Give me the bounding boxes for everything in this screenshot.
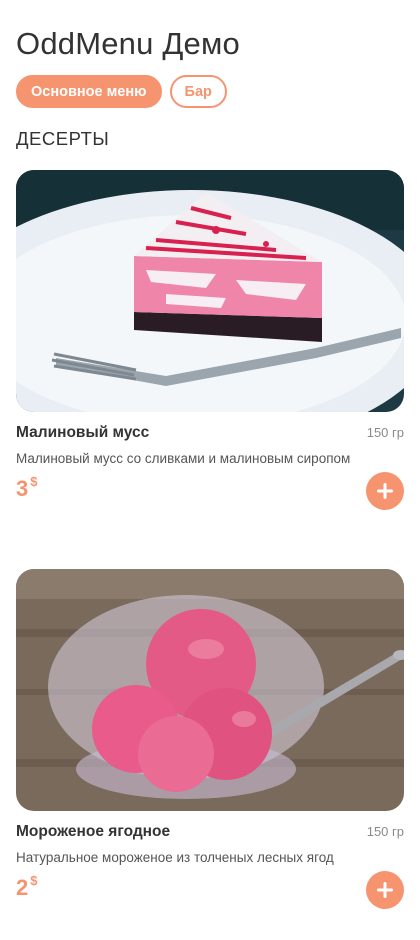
price-currency: $: [30, 474, 38, 489]
menu-item-card[interactable]: Малиновый мусс 150 гр Малиновый мусс со …: [16, 170, 404, 510]
price-amount: 3: [16, 476, 29, 501]
page-title: OddMenu Демо: [16, 26, 240, 61]
app-screen: OddMenu Демо Основное меню Бар ДЕСЕРТЫ М…: [0, 0, 420, 940]
menu-item-card[interactable]: Мороженое ягодное 150 гр Натуральное мор…: [16, 569, 404, 909]
dish-name: Малиновый мусс: [16, 424, 150, 441]
plus-icon: [377, 483, 393, 499]
price-amount: 2: [16, 875, 29, 900]
price-currency: $: [30, 873, 38, 888]
dish-weight: 150 гр: [366, 425, 404, 440]
menu-tabs: Основное меню Бар: [16, 75, 227, 108]
add-to-cart-button[interactable]: [366, 472, 404, 510]
dish-weight: 150 гр: [366, 824, 404, 839]
add-to-cart-button[interactable]: [366, 871, 404, 909]
tab-bar[interactable]: Бар: [169, 75, 227, 108]
dish-description: Малиновый мусс со сливками и малиновым с…: [16, 451, 351, 466]
dish-name: Мороженое ягодное: [16, 823, 171, 840]
tab-main-menu[interactable]: Основное меню: [16, 75, 162, 108]
dish-price: 3 $: [16, 474, 38, 502]
dish-price: 2 $: [16, 873, 38, 901]
section-title-desserts: ДЕСЕРТЫ: [16, 128, 110, 149]
dish-photo-berry-ice-cream: [16, 569, 404, 811]
dish-description: Натуральное мороженое из толченых лесных…: [16, 850, 334, 865]
plus-icon: [377, 882, 393, 898]
dish-photo-raspberry-mousse: [16, 170, 404, 412]
